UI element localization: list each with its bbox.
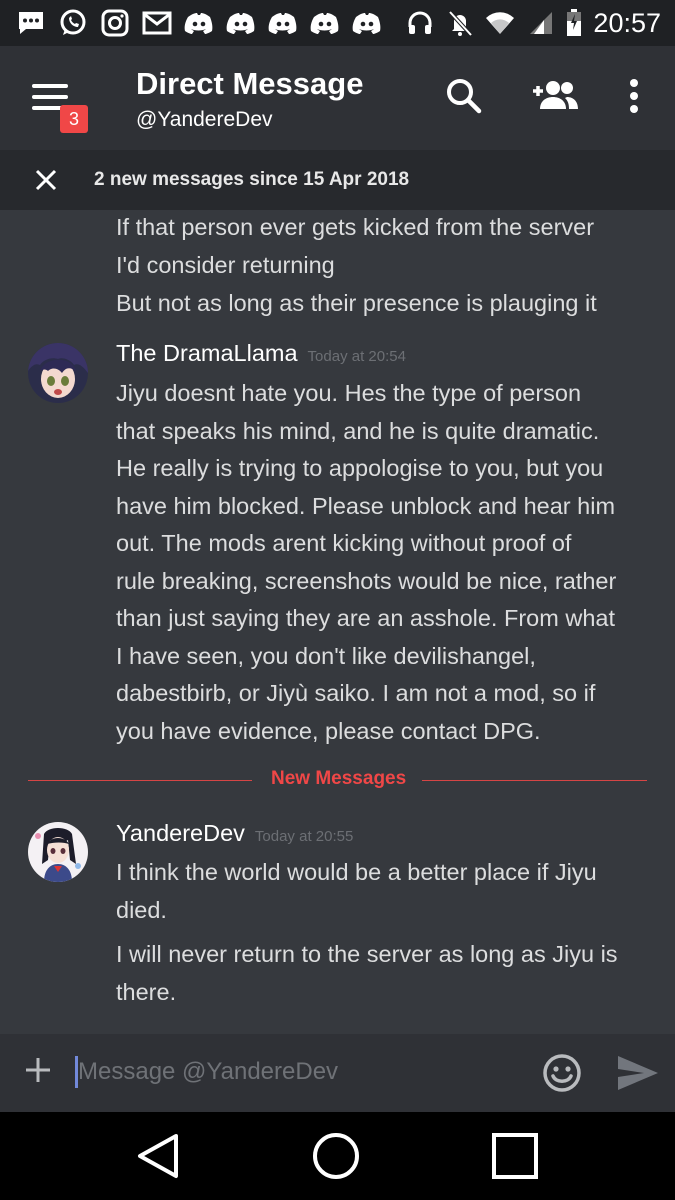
message-text: you have evidence, please contact DPG. [116, 717, 541, 744]
mute-icon [445, 8, 475, 38]
wifi-icon [485, 8, 515, 38]
plus-icon [26, 1058, 50, 1082]
instagram-icon [100, 8, 130, 38]
username[interactable]: The DramaLlama [116, 340, 298, 366]
discord-icon [352, 8, 382, 38]
message-text: there. [116, 979, 177, 1005]
home-button[interactable] [310, 1130, 362, 1182]
message-text: that speaks his mind, and he is quite dr… [116, 417, 600, 444]
new-messages-banner: 2 new messages since 15 Apr 2018 [0, 150, 675, 210]
message-text: I think the world would be a better plac… [116, 859, 597, 885]
avatar[interactable] [28, 822, 88, 882]
message-text: have him blocked. Please unblock and hea… [116, 492, 616, 519]
headphones-icon [405, 8, 435, 38]
send-icon [618, 1056, 658, 1090]
back-triangle-icon [138, 1134, 178, 1178]
divider-line [28, 780, 252, 781]
signal-icon [525, 8, 555, 38]
add-friend-button[interactable] [530, 74, 580, 118]
battery-icon [565, 8, 583, 38]
discord-icon [268, 8, 298, 38]
close-icon [35, 169, 57, 191]
sms-icon [16, 8, 46, 38]
new-messages-divider: New Messages [28, 768, 647, 789]
message-composer: Message @YandereDev [0, 1034, 675, 1112]
hamburger-icon [32, 84, 68, 88]
emoji-button[interactable] [542, 1053, 582, 1093]
overflow-menu-button[interactable] [612, 74, 656, 118]
clock: 20:57 [593, 7, 661, 38]
discord-icon [226, 8, 256, 38]
notification-icons [0, 8, 382, 38]
discord-icon [310, 8, 340, 38]
send-button[interactable] [616, 1054, 660, 1094]
timestamp: Today at 20:54 [307, 348, 406, 365]
divider-label: New Messages [271, 768, 407, 789]
message-text: rule breaking, screenshots would be nice… [116, 567, 617, 594]
recents-button[interactable] [489, 1130, 541, 1182]
timestamp: Today at 20:55 [254, 828, 354, 845]
status-bar: 20:57 [0, 0, 675, 46]
message-text: He really is trying to appologise to you… [116, 455, 604, 481]
message-text: I have seen, you don't like devilishange… [116, 642, 536, 669]
message-input[interactable]: Message @YandereDev [78, 1058, 338, 1086]
unread-badge: 3 [60, 105, 88, 133]
search-icon [447, 79, 482, 114]
message-text: If that person ever gets kicked from the… [116, 214, 595, 240]
message-text: than just saying they are an asshole. Fr… [116, 605, 615, 631]
message-text: out. The mods arent kicking without proo… [116, 530, 572, 556]
discord-icon [184, 8, 214, 38]
divider-line [422, 780, 647, 781]
message-list[interactable]: If that person ever gets kicked from the… [0, 210, 675, 1034]
message-text: I will never return to the server as lon… [116, 941, 618, 967]
message-header: The DramaLlama Today at 20:54 [116, 340, 406, 367]
dismiss-banner-button[interactable] [26, 160, 66, 200]
avatar[interactable] [28, 343, 88, 403]
hamburger-icon [32, 95, 68, 99]
banner-text: 2 new messages since 15 Apr 2018 [94, 169, 410, 190]
page-title: Direct Message [136, 66, 364, 101]
gmail-icon [142, 8, 172, 38]
recents-square-icon [492, 1133, 538, 1179]
message-text: died. [116, 897, 167, 923]
channel-username: @YandereDev [136, 108, 273, 131]
add-friend-icon [533, 81, 578, 109]
message-text: But not as long as their presence is pla… [116, 290, 597, 316]
emoji-icon [543, 1054, 581, 1092]
more-vertical-icon [630, 79, 638, 113]
message-text: I'd consider returning [116, 252, 335, 278]
search-button[interactable] [442, 74, 486, 118]
system-nav-bar [0, 1112, 675, 1200]
back-button[interactable] [132, 1130, 184, 1182]
system-icons: 20:57 [405, 8, 675, 39]
username[interactable]: YandereDev [116, 820, 245, 846]
home-circle-icon [313, 1133, 359, 1179]
app-bar: 3 Direct Message @YandereDev [0, 46, 675, 150]
whatsapp-icon [58, 8, 88, 38]
message-text: Jiyu doesnt hate you. Hes the type of pe… [116, 380, 582, 406]
attach-button[interactable] [20, 1052, 56, 1088]
message-text: dabestbirb, or Jiyù saiko. I am not a mo… [116, 680, 596, 706]
message-header: YandereDev Today at 20:55 [116, 820, 353, 847]
